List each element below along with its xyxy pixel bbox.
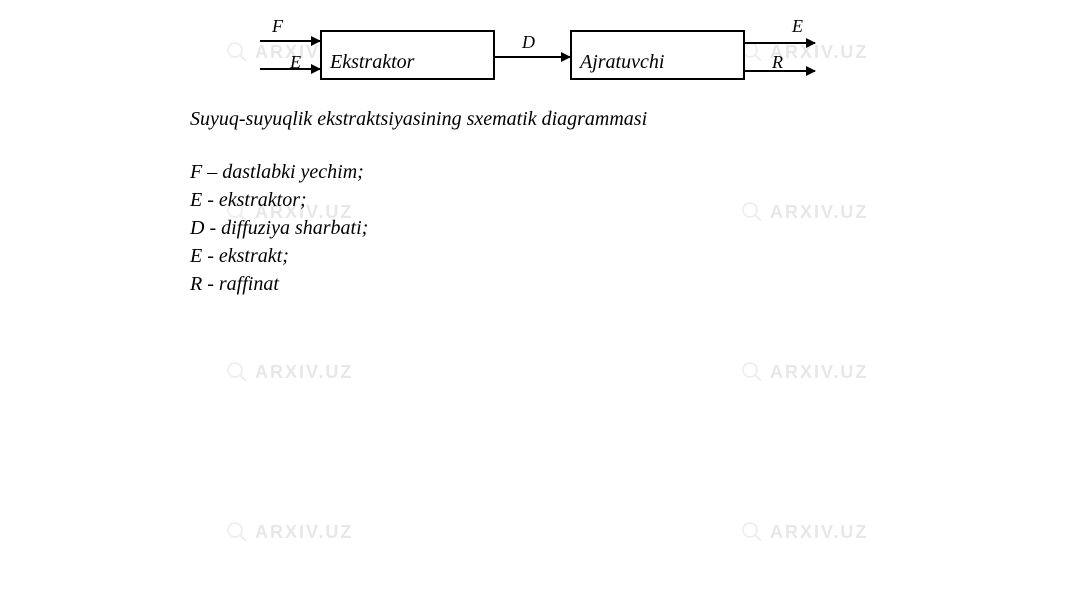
flow-label-r: R bbox=[772, 52, 783, 73]
watermark: ARXIV.UZ bbox=[225, 360, 353, 384]
flow-label-e-in: E bbox=[290, 52, 301, 73]
block-extractor: Ekstraktor bbox=[320, 30, 495, 80]
flow-label-f: F bbox=[272, 16, 283, 37]
watermark-text: ARXIV.UZ bbox=[770, 202, 868, 223]
watermark-text: ARXIV.UZ bbox=[770, 522, 868, 543]
flow-label-e-out: E bbox=[792, 16, 803, 37]
magnifier-icon bbox=[740, 200, 764, 224]
block-separator: Ajratuvchi bbox=[570, 30, 745, 80]
legend-line-e2: E - ekstrakt; bbox=[190, 242, 368, 270]
magnifier-icon bbox=[740, 520, 764, 544]
flow-diagram: Ekstraktor Ajratuvchi F E D E R bbox=[200, 20, 870, 90]
legend-line-f: F – dastlabki yechim; bbox=[190, 158, 368, 186]
legend: F – dastlabki yechim; E - ekstraktor; D … bbox=[190, 158, 368, 298]
arrow-d bbox=[495, 56, 570, 58]
block-extractor-label: Ekstraktor bbox=[330, 51, 414, 74]
arrow-e-output bbox=[745, 42, 815, 44]
arrow-f bbox=[260, 40, 320, 42]
flow-label-d: D bbox=[522, 32, 535, 53]
legend-line-r: R - raffinat bbox=[190, 270, 368, 298]
magnifier-icon bbox=[740, 360, 764, 384]
legend-line-d: D - diffuziya sharbati; bbox=[190, 214, 368, 242]
watermark: ARXIV.UZ bbox=[740, 360, 868, 384]
watermark: ARXIV.UZ bbox=[740, 520, 868, 544]
diagram-caption: Suyuq-suyuqlik ekstraktsiyasining sxemat… bbox=[190, 108, 647, 131]
magnifier-icon bbox=[225, 520, 249, 544]
watermark-text: ARXIV.UZ bbox=[770, 362, 868, 383]
legend-line-e1: E - ekstraktor; bbox=[190, 186, 368, 214]
block-separator-label: Ajratuvchi bbox=[580, 51, 664, 74]
watermark: ARXIV.UZ bbox=[740, 200, 868, 224]
watermark-text: ARXIV.UZ bbox=[255, 362, 353, 383]
watermark-text: ARXIV.UZ bbox=[255, 522, 353, 543]
magnifier-icon bbox=[225, 360, 249, 384]
watermark: ARXIV.UZ bbox=[225, 520, 353, 544]
